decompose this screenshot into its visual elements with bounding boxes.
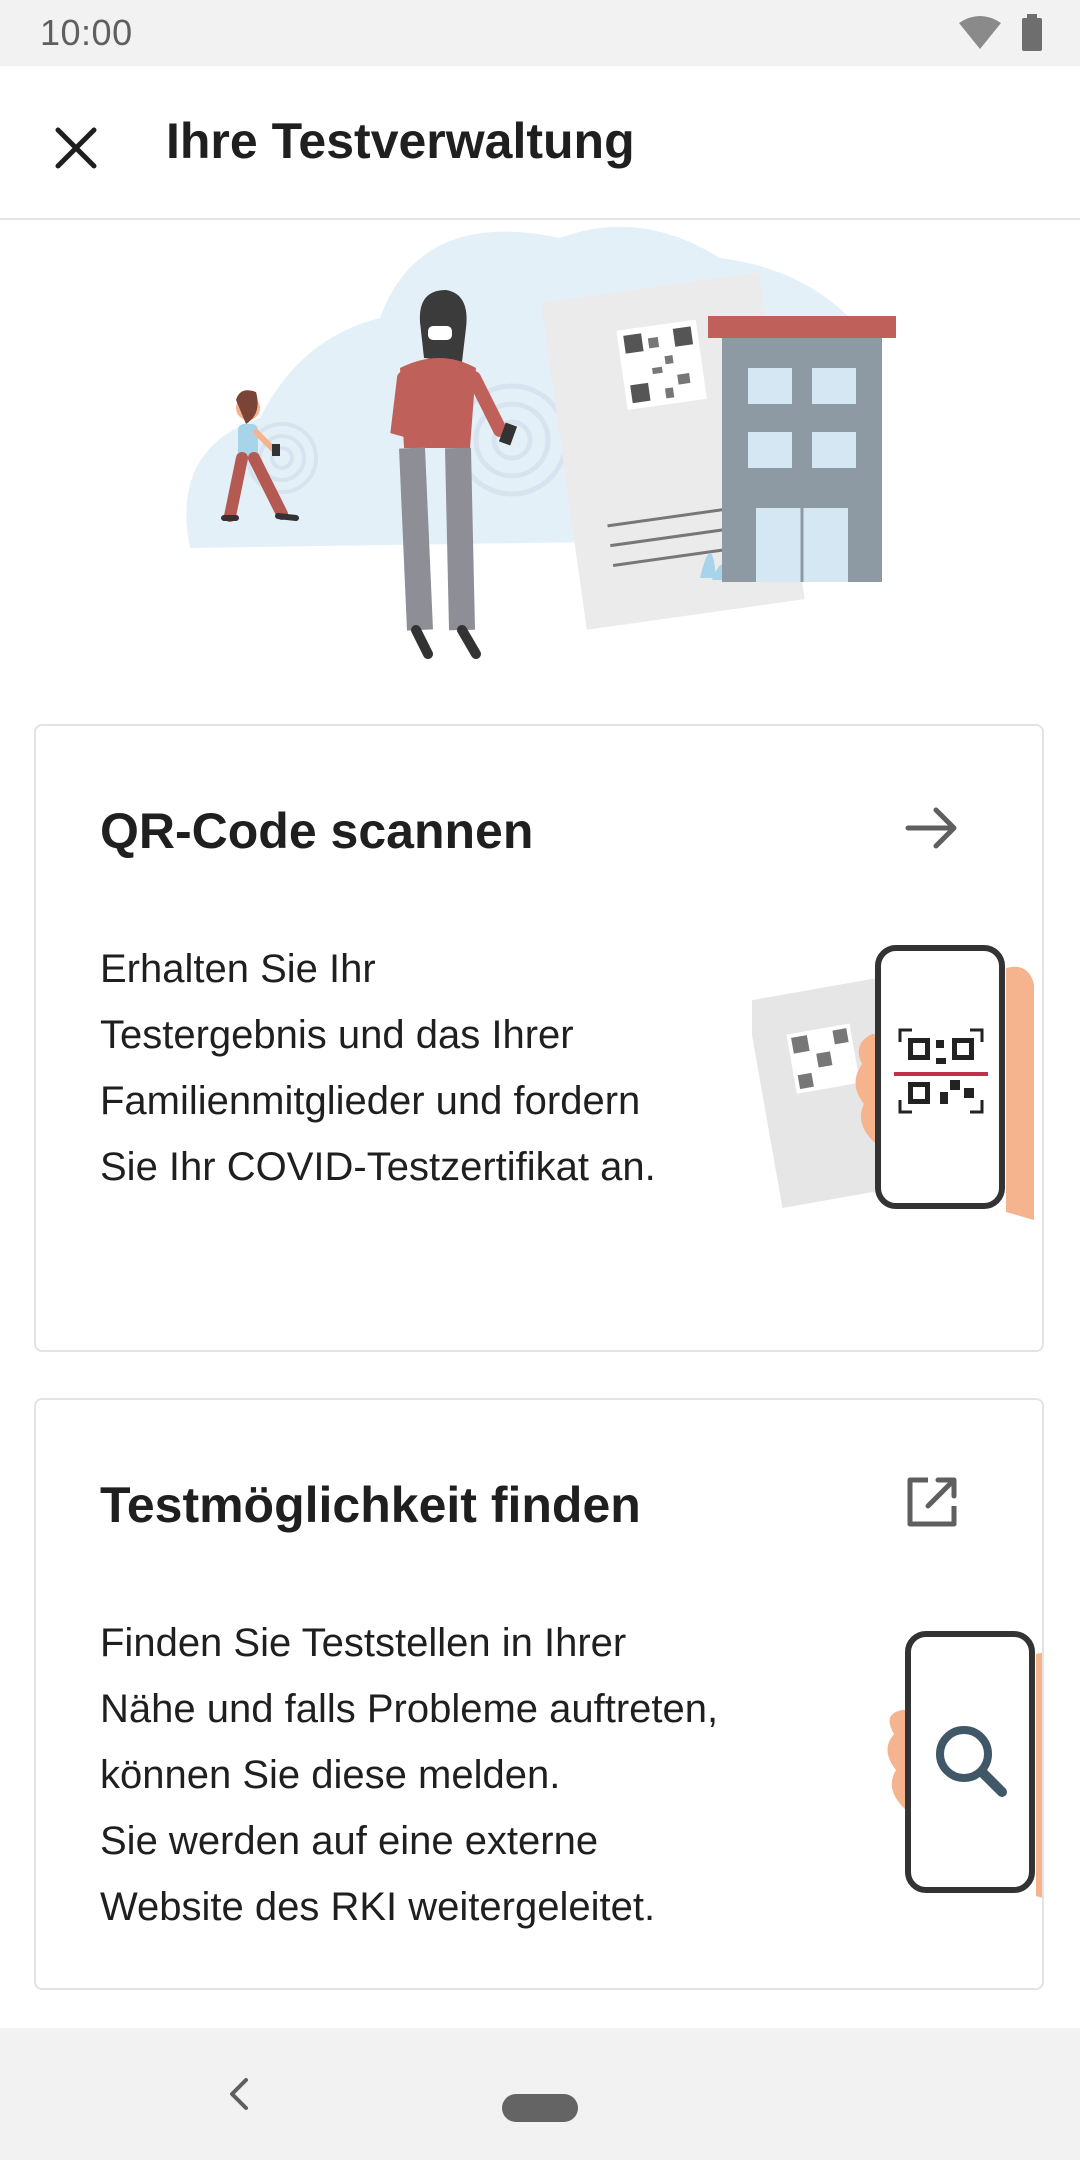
card-description: Erhalten Sie Ihr Testergebnis und das Ih… bbox=[100, 936, 800, 1200]
arrow-right-icon bbox=[905, 807, 957, 849]
find-test-location-card[interactable]: Testmöglichkeit finden Finden Sie Testst… bbox=[34, 1398, 1044, 1990]
card-title: Testmöglichkeit finden bbox=[100, 1477, 641, 1533]
back-chevron-icon[interactable] bbox=[218, 2072, 262, 2116]
card-description-line: Sie Ihr COVID-Testzertifikat an. bbox=[100, 1145, 656, 1189]
app-bar: Ihre Testverwaltung bbox=[0, 66, 1080, 220]
card-title: QR-Code scannen bbox=[100, 803, 534, 859]
phone-scanning-qr-illustration bbox=[752, 945, 1034, 1220]
external-link-icon bbox=[907, 1477, 957, 1527]
close-icon bbox=[55, 127, 97, 169]
card-description-line: Sie werden auf eine externe bbox=[100, 1819, 599, 1863]
card-description-line: Familienmitglieder und fordern bbox=[100, 1079, 641, 1123]
phone-search-illustration bbox=[887, 1631, 1042, 1898]
card-description: Finden Sie Teststellen in Ihrer Nähe und… bbox=[100, 1610, 800, 1940]
card-description-line: Nähe und falls Probleme auftreten, bbox=[100, 1687, 719, 1731]
test-management-illustration bbox=[186, 226, 896, 659]
battery-icon bbox=[1022, 14, 1042, 51]
card-description-line: Erhalten Sie Ihr bbox=[100, 947, 376, 991]
system-navigation-bar bbox=[0, 2028, 1080, 2160]
card-description-line: können Sie diese melden. bbox=[100, 1753, 561, 1797]
qr-scan-card[interactable]: QR-Code scannen Erhalten Sie Ihr Testerg… bbox=[34, 724, 1044, 1352]
page-title: Ihre Testverwaltung bbox=[166, 113, 635, 169]
card-description-line: Website des RKI weitergeleitet. bbox=[100, 1885, 656, 1929]
status-bar: 10:00 bbox=[0, 0, 1080, 66]
home-pill-icon[interactable] bbox=[502, 2094, 578, 2122]
card-description-line: Finden Sie Teststellen in Ihrer bbox=[100, 1621, 627, 1665]
hero-illustration bbox=[0, 218, 1080, 688]
card-description-line: Testergebnis und das Ihrer bbox=[100, 1013, 574, 1057]
status-icons bbox=[958, 14, 1044, 52]
status-time: 10:00 bbox=[40, 12, 133, 53]
wifi-icon bbox=[959, 16, 1001, 49]
close-button[interactable] bbox=[36, 108, 116, 188]
